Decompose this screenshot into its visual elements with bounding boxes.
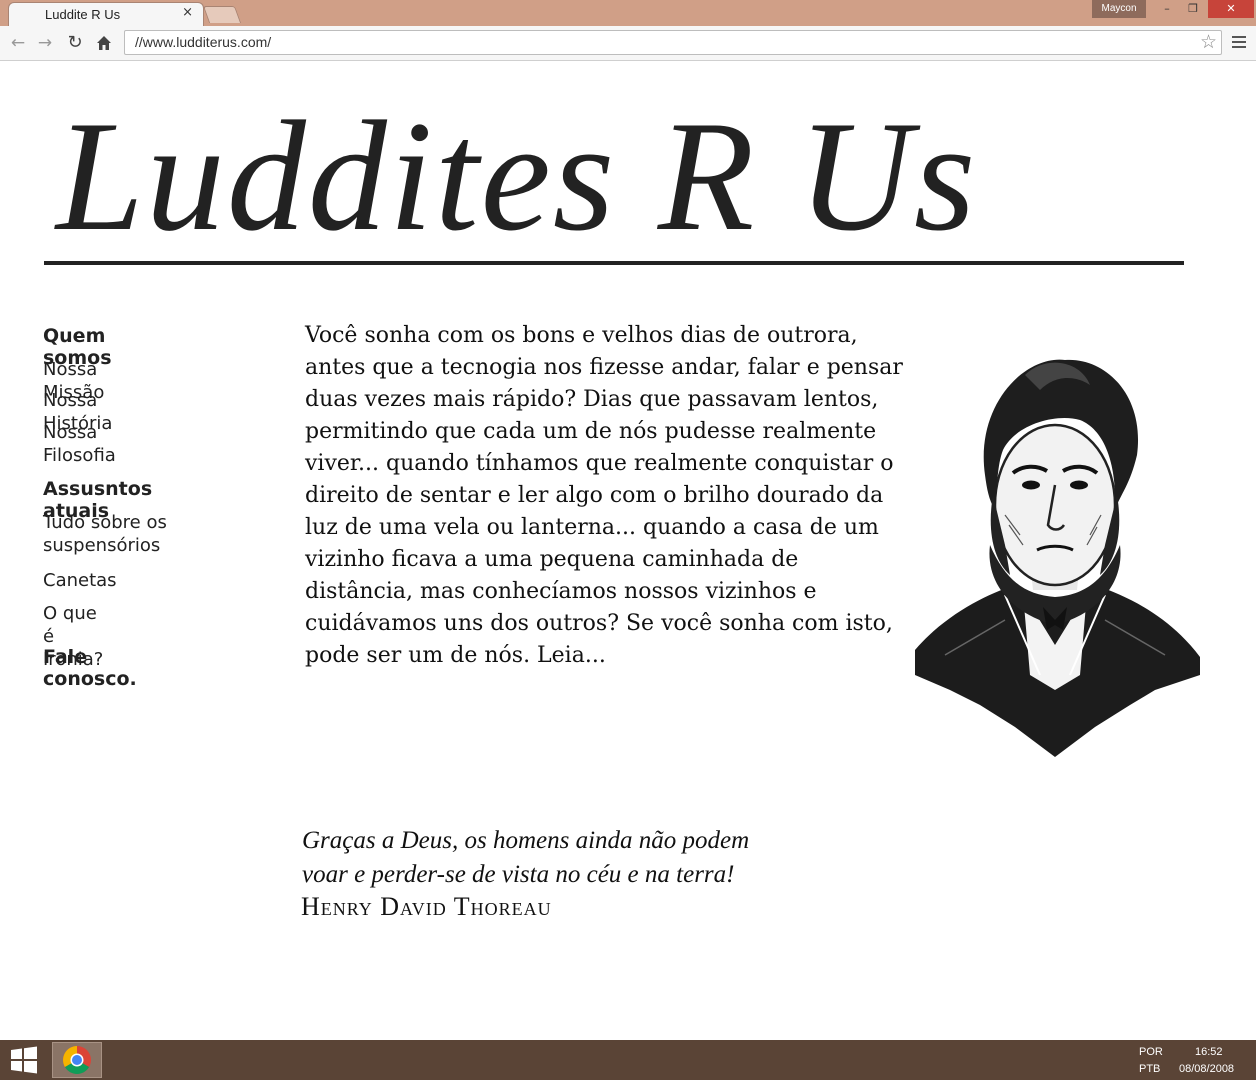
taskbar: POR PTB 16:52 08/08/2008 bbox=[0, 1040, 1256, 1080]
browser-tab[interactable]: Luddite R Us × bbox=[8, 2, 204, 26]
menu-icon[interactable] bbox=[1232, 33, 1246, 53]
url-text: //www.ludditerus.com/ bbox=[135, 34, 272, 50]
quote-line: voar e perder-se de vista no céu e na te… bbox=[302, 861, 735, 888]
chrome-taskbar-button[interactable] bbox=[52, 1042, 102, 1078]
title-bar: Luddite R Us × Maycon – ❐ ✕ bbox=[0, 0, 1256, 26]
tab-close-icon[interactable]: × bbox=[182, 5, 193, 20]
home-icon[interactable] bbox=[92, 31, 116, 55]
windows-start-icon[interactable] bbox=[8, 1046, 40, 1074]
forward-arrow-icon[interactable]: → bbox=[33, 31, 57, 55]
quote-text: Graças a Deus, os homens ainda não podem… bbox=[302, 824, 749, 892]
clock-time[interactable]: 16:52 bbox=[1195, 1046, 1223, 1058]
nav-link-contact[interactable]: Fale conosco. bbox=[43, 646, 137, 690]
user-profile-badge[interactable]: Maycon bbox=[1092, 0, 1146, 18]
keyboard-layout-indicator[interactable]: PTB bbox=[1139, 1063, 1160, 1075]
intro-paragraph: Você sonha com os bons e velhos dias de … bbox=[305, 323, 903, 668]
quote-author: Henry David Thoreau bbox=[301, 892, 552, 921]
maximize-button[interactable]: ❐ bbox=[1180, 0, 1206, 18]
minimize-button[interactable]: – bbox=[1154, 0, 1180, 18]
language-indicator[interactable]: POR bbox=[1139, 1046, 1163, 1058]
close-window-button[interactable]: ✕ bbox=[1208, 0, 1254, 18]
address-bar[interactable]: //www.ludditerus.com/ ☆ bbox=[124, 30, 1222, 55]
new-tab-button[interactable] bbox=[202, 6, 242, 23]
chrome-icon bbox=[63, 1046, 91, 1074]
star-icon[interactable]: ☆ bbox=[1200, 31, 1217, 53]
nav-link-suspensorios[interactable]: Tudo sobre os suspensórios bbox=[43, 511, 213, 557]
nav-link-canetas[interactable]: Canetas bbox=[43, 569, 117, 592]
back-arrow-icon[interactable]: ← bbox=[6, 31, 30, 55]
nav-link-filosofia[interactable]: Nossa Filosofia bbox=[43, 421, 116, 467]
site-logo[interactable]: Luddites R Us bbox=[56, 82, 977, 272]
quote-line: Graças a Deus, os homens ainda não podem bbox=[302, 827, 750, 854]
tab-title: Luddite R Us bbox=[45, 7, 121, 22]
browser-toolbar: ← → ↻ //www.ludditerus.com/ ☆ bbox=[0, 26, 1256, 61]
thoreau-portrait bbox=[915, 359, 1200, 757]
reload-icon[interactable]: ↻ bbox=[63, 31, 87, 55]
header-divider bbox=[44, 261, 1184, 265]
clock-date[interactable]: 08/08/2008 bbox=[1179, 1063, 1234, 1075]
